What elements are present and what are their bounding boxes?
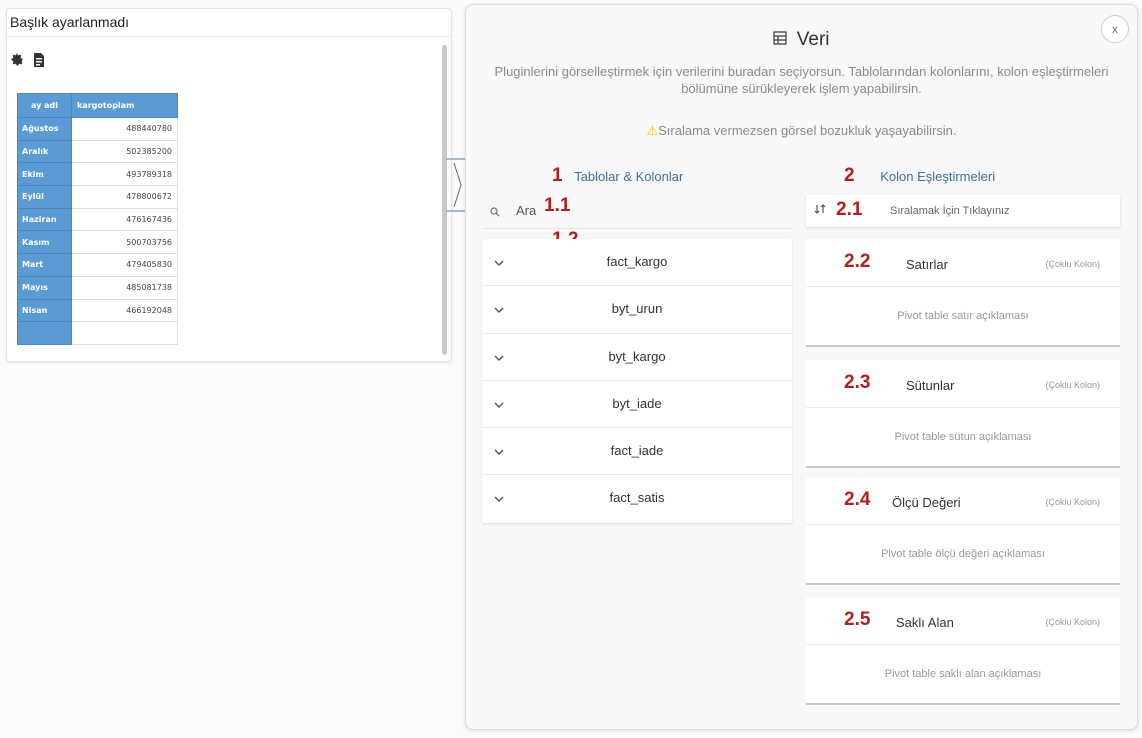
list-item[interactable]: byt_urun: [482, 286, 792, 334]
panel-collapse-handle[interactable]: [446, 157, 466, 213]
panel-description: Pluginlerini görselleştirmek için verile…: [494, 64, 1109, 96]
list-item[interactable]: byt_iade: [482, 381, 792, 429]
table-name: byt_iade: [612, 395, 662, 411]
dropzone-title: Saklı Alan: [896, 615, 954, 630]
row-label: Nisan: [17, 298, 72, 323]
column-mappings-header: 2 Kolon Eşleştirmeleri: [844, 165, 995, 187]
table-name: fact_satis: [609, 490, 665, 506]
dropzone-description: Pivot table saklı alan açıklaması: [884, 668, 1042, 680]
multi-column-hint: (Çoklu Kolon): [1045, 497, 1100, 507]
row-label: Ekim: [17, 162, 72, 187]
row-value: 478800672: [71, 185, 178, 209]
step-badge: 2: [844, 165, 855, 186]
multi-column-hint: (Çoklu Kolon): [1045, 380, 1100, 390]
warning-icon: ⚠: [646, 123, 659, 138]
row-label: Eylül: [17, 185, 72, 209]
columns-dropzone[interactable]: 2.3 Sütunlar (Çoklu Kolon) Pivot table s…: [806, 360, 1120, 468]
sort-label: Sıralamak İçin Tıklayınız: [890, 205, 1010, 217]
search-input[interactable]: Ara: [516, 203, 536, 218]
row-label: Mart: [17, 253, 72, 277]
dropzone-title: Satırlar: [906, 257, 948, 272]
step-badge: 2.4: [844, 489, 871, 510]
table-row: Mart 479405830: [17, 253, 178, 277]
dropzone-description: Pivot table ölçü değeri açıklaması: [881, 548, 1045, 560]
sort-button[interactable]: 2.1 Sıralamak İçin Tıklayınız: [806, 195, 1120, 227]
search-icon: [490, 205, 500, 220]
database-table-icon: [773, 29, 788, 51]
step-badge: 2.3: [844, 372, 871, 393]
table-name: fact_iade: [610, 443, 664, 459]
row-value: [71, 321, 178, 345]
table-row: Kasım 500703756: [17, 230, 178, 255]
panel-title-text: Veri: [796, 29, 830, 51]
pivot-header-month[interactable]: ay adi: [17, 93, 72, 118]
table-row: Eylül 478800672: [17, 185, 178, 209]
table-list: fact_kargo byt_urun byt_kargo byt_iade f…: [482, 239, 792, 523]
row-label: Haziran: [17, 207, 72, 232]
step-badge: 2.1: [836, 199, 863, 220]
row-value: 488440780: [71, 117, 178, 141]
row-value: 476167436: [71, 207, 178, 232]
step-badge: 2.2: [844, 251, 871, 272]
row-value: 479405830: [71, 253, 178, 277]
dropzone-description: Pivot table sütun açıklaması: [894, 431, 1032, 443]
list-item[interactable]: fact_iade: [482, 428, 792, 476]
data-panel: x Veri Pluginlerini görselleştirmek için…: [465, 4, 1138, 730]
row-value: 485081738: [71, 275, 178, 300]
step-badge: 1.1: [544, 195, 571, 216]
table-row: Ekim 493789318: [17, 162, 178, 187]
dropzone-title: Sütunlar: [906, 378, 955, 393]
dropzone-header: 2.5 Saklı Alan (Çoklu Kolon): [806, 597, 1120, 645]
step-badge: 1: [552, 165, 563, 186]
list-item[interactable]: byt_kargo: [482, 334, 792, 381]
pivot-header-value[interactable]: kargotoplam: [71, 93, 178, 118]
row-value: 502385200: [71, 139, 178, 164]
row-value: 493789318: [71, 162, 178, 187]
table-name: fact_kargo: [606, 254, 668, 269]
sort-icon: [814, 204, 826, 217]
tables-columns-header: 1 Tablolar & Kolonlar: [552, 165, 683, 187]
row-label: Mayıs: [17, 275, 72, 300]
panel-title: Veri: [466, 29, 1137, 51]
pivot-table: ay adi kargotoplam Ağustos 488440780 Aral…: [17, 93, 178, 345]
warning-text: Sıralama vermezsen görsel bozukluk yaşay…: [658, 123, 957, 138]
table-row: Aralık 502385200: [17, 139, 178, 164]
step-badge: 2.5: [844, 609, 871, 630]
dropzone-description: Pivot table satır açıklaması: [897, 310, 1029, 322]
table-name: byt_kargo: [608, 348, 666, 364]
table-row: Haziran 476167436: [17, 207, 178, 232]
multi-column-hint: (Çoklu Kolon): [1045, 617, 1100, 627]
sort-warning: ⚠Sıralama vermezsen görsel bozukluk yaşa…: [466, 123, 1137, 139]
pivot-widget: Başlık ayarlanmadı ay adi kargotoplam Ağ…: [6, 8, 452, 362]
row-label: [17, 321, 72, 345]
list-item[interactable]: fact_kargo: [482, 239, 792, 287]
table-row: [17, 321, 178, 345]
table-row: Nisan 466192048: [17, 298, 178, 323]
measure-dropzone[interactable]: 2.4 Ölçü Değeri (Çoklu Kolon) Pivot tabl…: [806, 477, 1120, 585]
row-value: 466192048: [71, 298, 178, 323]
rows-dropzone[interactable]: 2.2 Satırlar (Çoklu Kolon) Pivot table s…: [806, 239, 1120, 347]
hidden-field-dropzone[interactable]: 2.5 Saklı Alan (Çoklu Kolon) Pivot table…: [806, 597, 1120, 705]
dropzone-header: 2.4 Ölçü Değeri (Çoklu Kolon): [806, 477, 1120, 525]
tables-columns-title: Tablolar & Kolonlar: [574, 169, 684, 184]
multi-column-hint: (Çoklu Kolon): [1045, 259, 1100, 269]
row-value: 500703756: [71, 230, 178, 255]
pivot-table-container: ay adi kargotoplam Ağustos 488440780 Aral…: [7, 9, 451, 361]
table-search[interactable]: Ara 1.1: [482, 195, 792, 229]
table-row: Ağustos 488440780: [17, 117, 178, 141]
column-mappings-title: Kolon Eşleştirmeleri: [880, 169, 996, 184]
row-label: Kasım: [17, 230, 72, 255]
table-name: byt_urun: [611, 301, 663, 317]
table-row: Mayıs 485081738: [17, 275, 178, 300]
dropzone-header: 2.2 Satırlar (Çoklu Kolon): [806, 239, 1120, 287]
dropzone-title: Ölçü Değeri: [892, 495, 961, 510]
list-item[interactable]: fact_satis: [482, 475, 792, 522]
row-label: Aralık: [17, 139, 72, 164]
dropzone-header: 2.3 Sütunlar (Çoklu Kolon): [806, 360, 1120, 408]
row-label: Ağustos: [17, 117, 72, 141]
